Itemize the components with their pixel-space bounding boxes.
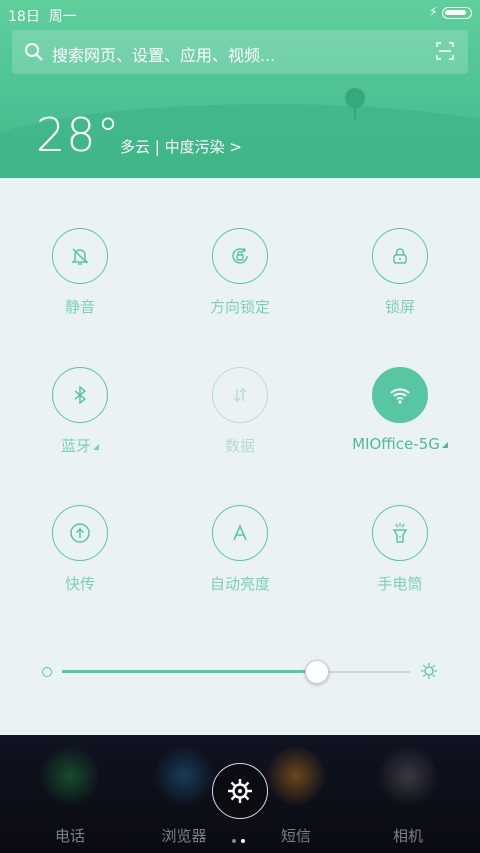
toggle-quick-share[interactable]: 快传: [0, 505, 160, 605]
weather-widget[interactable]: 28° 多云 | 中度污染 >: [36, 108, 242, 162]
app-messages[interactable]: 短信: [264, 747, 328, 846]
share-transfer-icon: [52, 505, 108, 561]
battery-icon: [442, 7, 472, 19]
toggle-wifi[interactable]: MIOffice-5G: [320, 367, 480, 467]
app-label: 相机: [392, 827, 423, 845]
status-weekday: 周一: [48, 9, 77, 25]
toggle-mute[interactable]: 静音: [0, 228, 160, 328]
page-indicator: [232, 828, 250, 847]
auto-brightness-icon: [212, 505, 268, 561]
lock-icon: [372, 228, 428, 284]
toggle-auto-brightness[interactable]: 自动亮度: [160, 505, 320, 605]
expand-indicator-icon: [93, 444, 99, 450]
brightness-min-icon: [42, 667, 52, 677]
toggle-bluetooth[interactable]: 蓝牙: [0, 367, 160, 467]
toggle-lock-screen[interactable]: 锁屏: [320, 228, 480, 328]
wifi-network-name: MIOffice-5G: [352, 435, 440, 453]
tree-decoration: [345, 88, 365, 108]
rotation-lock-icon: [212, 228, 268, 284]
bluetooth-icon: [52, 367, 108, 423]
weather-description[interactable]: 多云 | 中度污染 >: [120, 136, 242, 157]
toggle-label: 数据: [224, 437, 255, 455]
search-bar[interactable]: 搜索网页、设置、应用、视频...: [12, 30, 468, 74]
scan-icon[interactable]: [436, 42, 454, 60]
phone-icon: [41, 747, 99, 805]
toggle-label: 方向锁定: [209, 298, 270, 316]
wifi-icon: [372, 367, 428, 423]
mobile-data-icon: [212, 367, 268, 423]
toggle-label: 蓝牙: [60, 437, 91, 455]
browser-icon: [155, 747, 213, 805]
toggle-rotation-lock[interactable]: 方向锁定: [160, 228, 320, 328]
slider-thumb[interactable]: [305, 660, 330, 684]
app-camera[interactable]: 相机: [376, 747, 440, 846]
search-icon: [25, 43, 43, 61]
app-label: 电话: [54, 827, 85, 845]
status-date: 18日: [8, 9, 40, 25]
app-browser[interactable]: 浏览器: [152, 747, 216, 846]
flashlight-icon: [372, 505, 428, 561]
battery-level: [445, 10, 466, 15]
expand-indicator-icon: [441, 442, 448, 448]
camera-icon: [379, 747, 437, 805]
toggle-label: 静音: [64, 298, 95, 316]
toggle-label: 自动亮度: [209, 575, 270, 593]
slider-fill: [62, 670, 317, 673]
gear-icon: [228, 779, 252, 803]
settings-button[interactable]: [212, 763, 268, 819]
bell-mute-icon: [52, 228, 108, 284]
brightness-slider[interactable]: [0, 660, 480, 684]
tree-trunk-decoration: [354, 106, 356, 120]
app-phone[interactable]: 电话: [38, 747, 102, 846]
search-placeholder: 搜索网页、设置、应用、视频...: [52, 46, 276, 65]
status-bar: 18日 周一 ⚡: [0, 0, 480, 28]
charging-icon: ⚡: [428, 5, 438, 20]
toggle-mobile-data[interactable]: 数据: [160, 367, 320, 467]
message-icon: [267, 747, 325, 805]
app-label: 浏览器: [161, 827, 207, 845]
brightness-max-icon: [421, 663, 437, 679]
weather-header: 18日 周一 ⚡ 搜索网页、设置、应用、视频... 28° 多云 | 中度污染 …: [0, 0, 480, 178]
toggle-label: 快传: [64, 575, 95, 593]
temperature: 28°: [36, 108, 121, 162]
toggle-flashlight[interactable]: 手电筒: [320, 505, 480, 605]
toggle-label: 手电筒: [377, 575, 423, 593]
toggle-label: 锁屏: [384, 298, 415, 316]
app-label: 短信: [280, 827, 311, 845]
